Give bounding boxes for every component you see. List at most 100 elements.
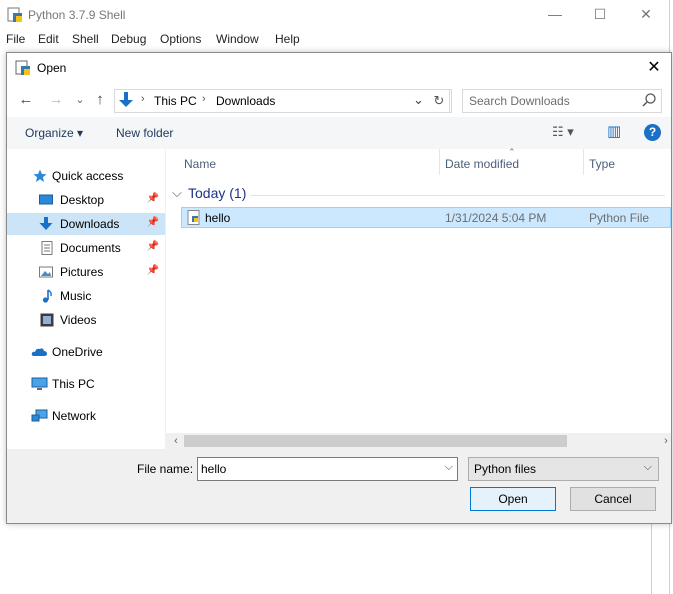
back-arrow-icon[interactable]: ← (17, 91, 35, 109)
shell-title: Python 3.7.9 Shell (28, 8, 126, 22)
document-icon (41, 241, 53, 255)
preview-pane-icon[interactable]: ▥ (607, 122, 621, 140)
breadcrumb-this-pc[interactable]: This PC (154, 94, 197, 108)
shell-title-bar: Python 3.7.9 Shell — ☐ ✕ (0, 0, 669, 30)
help-icon[interactable]: ? (644, 124, 661, 141)
python-file-icon (187, 210, 200, 225)
cancel-button[interactable]: Cancel (570, 487, 656, 511)
refresh-icon[interactable]: ↻ (429, 89, 450, 113)
sidebar-item-documents[interactable]: Documents 📌 (7, 237, 165, 259)
view-options-icon[interactable]: ☷ ▾ (552, 124, 574, 140)
sidebar-item-label: Desktop (60, 193, 105, 207)
sidebar-item-pictures[interactable]: Pictures 📌 (7, 261, 165, 283)
scroll-right-icon[interactable]: › (658, 433, 673, 449)
video-icon (40, 313, 54, 327)
up-arrow-icon[interactable]: ↑ (91, 91, 109, 109)
star-icon (33, 169, 47, 182)
forward-arrow-icon[interactable]: → (47, 91, 65, 109)
network-icon (31, 409, 48, 422)
sidebar-item-label: Quick access (52, 169, 124, 183)
search-input[interactable]: Search Downloads (462, 89, 662, 113)
file-name-cell: hello (205, 211, 231, 225)
group-divider (250, 195, 665, 196)
breadcrumb-separator: › (141, 93, 145, 105)
file-date-cell: 1/31/2024 5:04 PM (445, 211, 547, 225)
command-toolbar: Organize ▾ New folder ☷ ▾ ▥ ? (7, 117, 671, 150)
breadcrumb-separator: › (202, 93, 206, 105)
file-name-input[interactable]: hello ⌵ (197, 457, 458, 481)
dialog-title: Open (37, 61, 67, 75)
music-icon (42, 289, 52, 303)
chevron-down-icon[interactable]: ⌵ (644, 461, 652, 474)
group-header-today[interactable]: Today (1) (188, 185, 246, 201)
recent-locations-chevron-icon[interactable]: ⌄ (71, 91, 89, 109)
menu-window[interactable]: Window (216, 32, 259, 46)
menu-debug[interactable]: Debug (111, 32, 146, 46)
address-dropdown-chevron-icon[interactable]: ⌄ (413, 92, 424, 108)
column-header-date[interactable]: Date modified (445, 157, 519, 171)
organize-button[interactable]: Organize ▾ (25, 126, 83, 140)
search-placeholder: Search Downloads (469, 94, 570, 108)
pin-icon: 📌 (146, 265, 159, 276)
group-collapse-chevron-icon[interactable]: ⌵ (172, 185, 182, 201)
computer-icon (31, 377, 48, 390)
maximize-button[interactable]: ☐ (590, 6, 610, 24)
sidebar-item-music[interactable]: Music (7, 285, 165, 307)
minimize-button[interactable]: — (545, 6, 565, 24)
sidebar-item-downloads[interactable]: Downloads 📌 (7, 213, 165, 235)
dialog-title-bar: Open ✕ (7, 53, 671, 83)
menu-options[interactable]: Options (160, 32, 201, 46)
menu-edit[interactable]: Edit (38, 32, 59, 46)
file-type-cell: Python File (589, 211, 650, 225)
sidebar-item-videos[interactable]: Videos (7, 309, 165, 331)
sidebar-item-label: OneDrive (52, 345, 103, 359)
sidebar-item-label: Downloads (60, 217, 120, 231)
sidebar-item-label: This PC (52, 377, 95, 391)
python-idle-icon (15, 60, 30, 75)
sidebar-item-label: Pictures (60, 265, 104, 279)
new-folder-button[interactable]: New folder (116, 126, 173, 140)
pin-icon: 📌 (146, 217, 159, 228)
sidebar-item-desktop[interactable]: Desktop 📌 (7, 189, 165, 211)
sidebar-item-label: Documents (60, 241, 121, 255)
search-icon (642, 93, 656, 107)
file-type-value: Python files (474, 462, 537, 476)
chevron-down-icon[interactable]: ⌵ (445, 461, 453, 474)
horizontal-scrollbar[interactable]: ‹ › (166, 433, 671, 449)
shell-scrollbar[interactable] (651, 522, 670, 594)
picture-icon (39, 266, 53, 278)
file-row[interactable]: hello 1/31/2024 5:04 PM Python File (181, 207, 671, 228)
pin-icon: 📌 (146, 193, 159, 204)
column-header-type[interactable]: Type (589, 157, 615, 171)
column-divider[interactable] (583, 149, 584, 175)
file-name-value: hello (201, 462, 227, 476)
open-dialog: Open ✕ ← → ⌄ ↑ › This PC › Downloads ⌄ ↻… (6, 52, 672, 524)
close-icon[interactable]: ✕ (643, 57, 665, 79)
navigation-bar: ← → ⌄ ↑ › This PC › Downloads ⌄ ↻ Search… (7, 83, 671, 117)
open-button[interactable]: Open (470, 487, 556, 511)
sidebar-item-onedrive[interactable]: OneDrive (7, 341, 165, 363)
file-list-pane: Name ⌃ Date modified Type ⌵ Today (1) he… (166, 147, 671, 433)
file-type-select[interactable]: Python files ⌵ (468, 457, 659, 481)
download-icon (39, 217, 53, 230)
sidebar-item-network[interactable]: Network (7, 405, 165, 427)
download-icon (119, 92, 133, 107)
breadcrumb-downloads[interactable]: Downloads (216, 94, 275, 108)
sidebar-item-quick-access[interactable]: Quick access (7, 165, 165, 187)
menu-file[interactable]: File (6, 32, 25, 46)
pin-icon: 📌 (146, 241, 159, 252)
address-bar[interactable]: › This PC › Downloads ⌄ (114, 89, 452, 113)
file-name-label: File name: (137, 462, 194, 476)
column-header-name[interactable]: Name (184, 157, 216, 171)
scrollbar-thumb[interactable] (184, 435, 567, 447)
navigation-pane: Quick access Desktop 📌 Downloads 📌 Docum… (7, 149, 165, 449)
sidebar-item-label: Videos (60, 313, 97, 327)
close-button[interactable]: ✕ (636, 6, 656, 24)
scroll-left-icon[interactable]: ‹ (168, 433, 184, 449)
menu-help[interactable]: Help (275, 32, 300, 46)
python-idle-icon (7, 7, 22, 22)
column-divider[interactable] (439, 149, 440, 175)
sidebar-item-label: Music (60, 289, 92, 303)
menu-shell[interactable]: Shell (72, 32, 99, 46)
sidebar-item-this-pc[interactable]: This PC (7, 373, 165, 395)
